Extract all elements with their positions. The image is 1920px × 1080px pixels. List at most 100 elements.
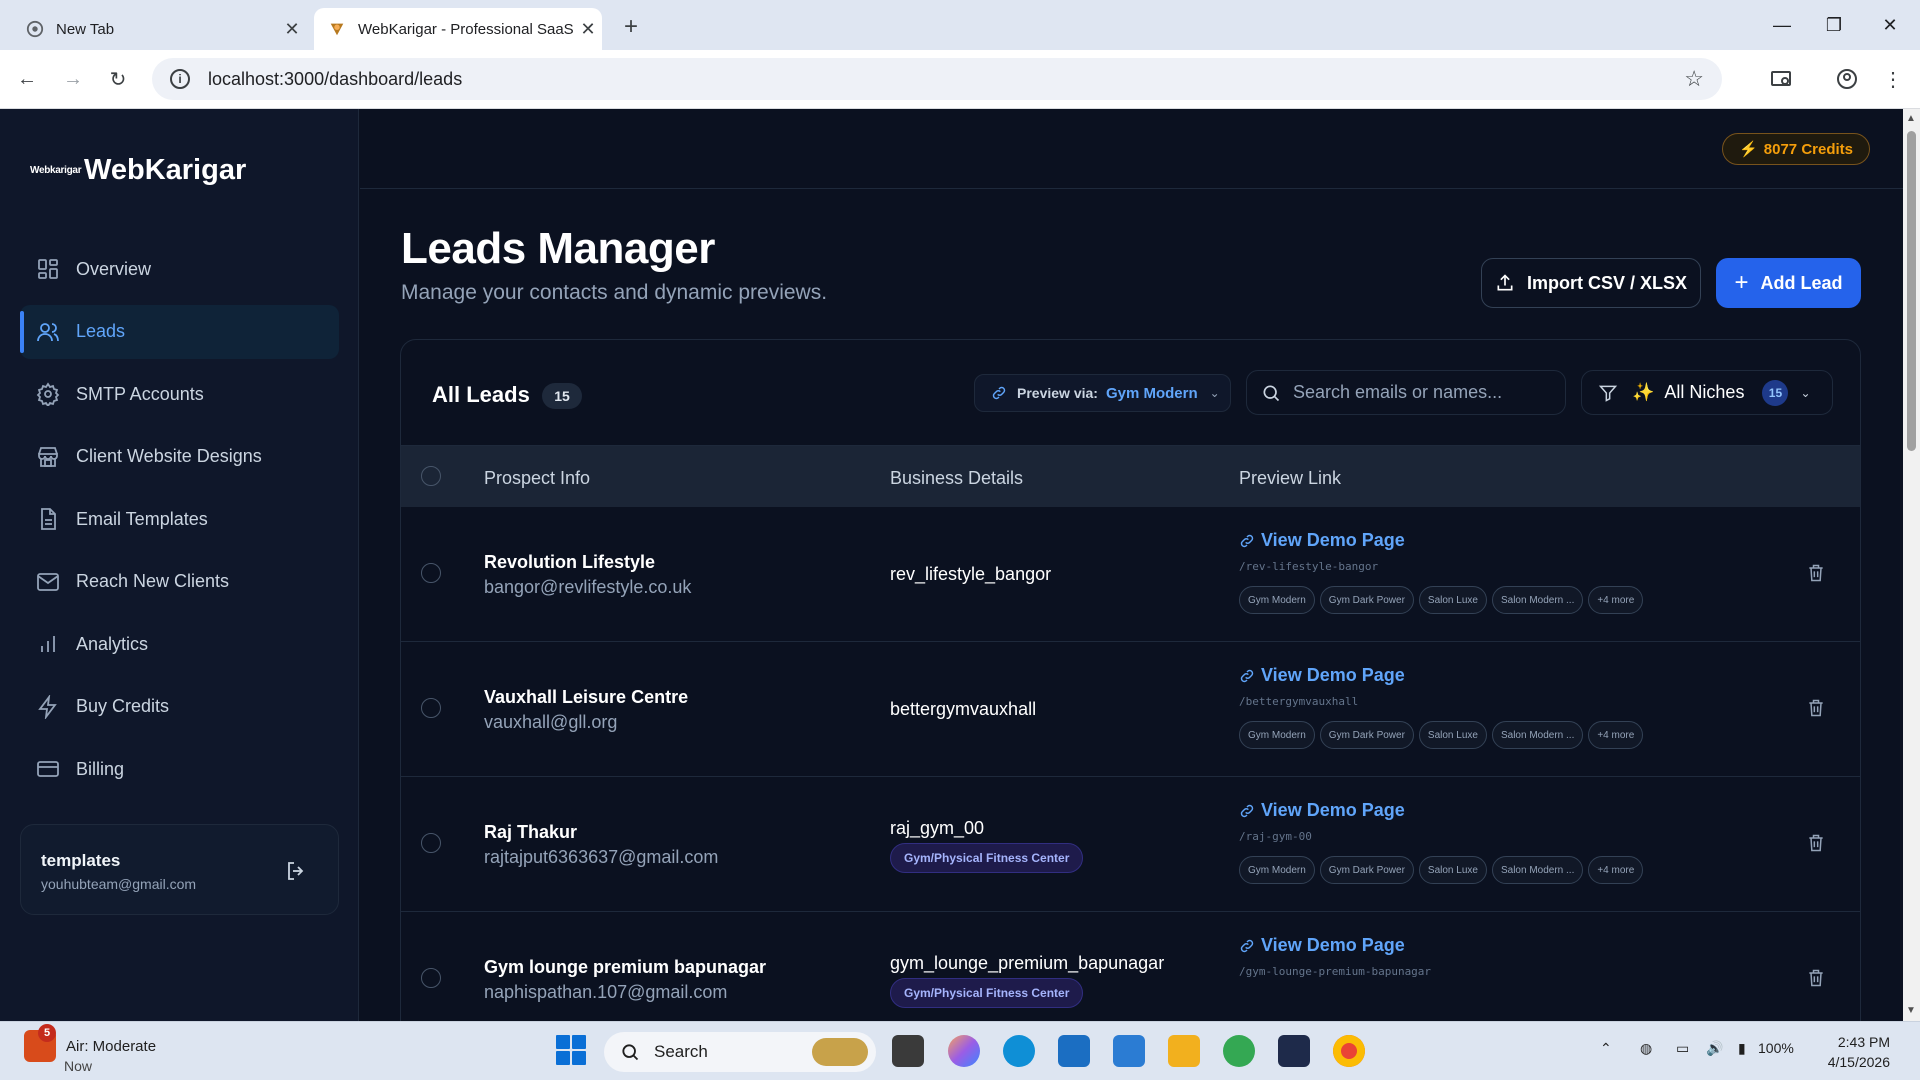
outlook-icon[interactable] xyxy=(1113,1035,1145,1067)
template-chip[interactable]: Gym Modern xyxy=(1239,856,1315,884)
address-bar[interactable]: i localhost:3000/dashboard/leads ☆ xyxy=(152,58,1722,100)
credits-badge[interactable]: ⚡ 8077 Credits xyxy=(1722,133,1870,165)
tab-title: WebKarigar - Professional SaaS xyxy=(358,20,574,38)
template-chip[interactable]: Salon Modern ... xyxy=(1491,586,1584,614)
new-tab-button[interactable]: + xyxy=(616,12,646,42)
close-tab-icon[interactable]: ✕ xyxy=(574,19,602,40)
preview-slug: /bettergymvauxhall xyxy=(1239,695,1359,708)
bookmark-star-icon[interactable]: ☆ xyxy=(1684,66,1704,92)
template-chip[interactable]: Salon Modern ... xyxy=(1491,721,1584,749)
sidebar-item-label: Buy Credits xyxy=(76,696,170,716)
template-chip[interactable]: Salon Modern ... xyxy=(1491,856,1584,884)
logout-icon[interactable] xyxy=(284,859,308,883)
chrome-profile-icon[interactable] xyxy=(1223,1035,1255,1067)
table-header: Prospect Info Business Details Preview L… xyxy=(401,445,1860,507)
sidebar-item-analytics[interactable]: Analytics xyxy=(20,617,339,671)
trash-icon[interactable] xyxy=(1806,563,1826,583)
template-chip[interactable]: Salon Luxe xyxy=(1418,586,1487,614)
profile-icon[interactable] xyxy=(1832,64,1862,94)
view-demo-link[interactable]: View Demo Page xyxy=(1239,530,1405,551)
sidebar-item-billing[interactable]: Billing xyxy=(20,742,339,796)
filter-icon xyxy=(1598,385,1618,402)
sidebar-item-smtp-accounts[interactable]: SMTP Accounts xyxy=(20,367,339,421)
forward-icon[interactable]: → xyxy=(58,64,88,94)
copilot-icon[interactable] xyxy=(948,1035,980,1067)
trash-icon[interactable] xyxy=(1806,833,1826,853)
scrollbar-thumb[interactable] xyxy=(1907,131,1916,451)
system-clock[interactable]: 2:43 PM 4/15/2026 xyxy=(1828,1032,1890,1072)
trash-icon[interactable] xyxy=(1806,698,1826,718)
battery-percent: 100% xyxy=(1758,1040,1794,1056)
weather-widget[interactable]: 5 Air: Moderate Now xyxy=(24,1024,156,1074)
network-icon[interactable]: ◍ xyxy=(1640,1040,1652,1057)
reload-icon[interactable]: ↻ xyxy=(103,64,133,94)
more-templates-chip[interactable]: +4 more xyxy=(1588,856,1644,884)
windows-start-icon[interactable] xyxy=(556,1035,586,1065)
row-select-checkbox[interactable] xyxy=(421,833,441,853)
sidebar-item-client-website-designs[interactable]: Client Website Designs xyxy=(20,430,339,484)
sidebar-item-label: Reach New Clients xyxy=(76,571,230,591)
page-scrollbar[interactable]: ▲ ▼ xyxy=(1903,109,1920,1021)
row-select-checkbox[interactable] xyxy=(421,968,441,988)
chrome-icon[interactable] xyxy=(1333,1035,1365,1067)
template-chip[interactable]: Salon Luxe xyxy=(1418,856,1487,884)
taskbar-search-label: Search xyxy=(654,1042,708,1061)
more-templates-chip[interactable]: +4 more xyxy=(1588,586,1644,614)
close-window-button[interactable]: ✕ xyxy=(1868,10,1912,40)
row-select-checkbox[interactable] xyxy=(421,563,441,583)
display-icon[interactable]: ▭ xyxy=(1676,1040,1689,1057)
trash-icon[interactable] xyxy=(1806,968,1826,988)
template-chip[interactable]: Gym Dark Power xyxy=(1319,586,1414,614)
view-demo-link[interactable]: View Demo Page xyxy=(1239,800,1405,821)
row-select-checkbox[interactable] xyxy=(421,698,441,718)
view-demo-label: View Demo Page xyxy=(1261,935,1405,955)
brand[interactable]: Webkarigar WebKarigar xyxy=(30,154,246,187)
tab-new-tab[interactable]: New Tab ✕ xyxy=(12,8,306,50)
template-chip[interactable]: Gym Dark Power xyxy=(1319,721,1414,749)
more-templates-chip[interactable]: +4 more xyxy=(1588,721,1644,749)
sidebar-item-leads[interactable]: Leads xyxy=(20,304,339,359)
preview-template-select[interactable]: Preview via: Gym Modern ⌄ xyxy=(974,374,1231,412)
volume-icon[interactable]: 🔊 xyxy=(1706,1040,1723,1057)
upload-icon xyxy=(1497,274,1513,291)
site-info-icon[interactable]: i xyxy=(170,69,190,89)
app-icon[interactable] xyxy=(1278,1035,1310,1067)
file-explorer-icon[interactable] xyxy=(1168,1035,1200,1067)
back-icon[interactable]: ← xyxy=(12,64,42,94)
template-chip[interactable]: Gym Modern xyxy=(1239,721,1315,749)
scroll-up-arrow-icon[interactable]: ▲ xyxy=(1906,113,1916,124)
niche-filter[interactable]: ✨ All Niches 15 ⌄ xyxy=(1581,370,1833,415)
battery-icon[interactable]: ▮ xyxy=(1738,1040,1746,1057)
sidebar-item-label: Analytics xyxy=(76,633,149,654)
sidebar-item-email-templates[interactable]: Email Templates xyxy=(20,492,339,546)
template-chip[interactable]: Gym Dark Power xyxy=(1319,856,1414,884)
column-header: Preview Link xyxy=(1239,468,1342,488)
view-demo-link[interactable]: View Demo Page xyxy=(1239,665,1405,686)
close-tab-icon[interactable]: ✕ xyxy=(278,19,306,40)
tab-webkarigar[interactable]: WebKarigar - Professional SaaS ✕ xyxy=(314,8,602,50)
add-lead-button[interactable]: + Add Lead xyxy=(1716,258,1861,308)
search-icon xyxy=(1263,385,1280,401)
search-input[interactable] xyxy=(1293,382,1543,403)
sidebar-item-buy-credits[interactable]: Buy Credits xyxy=(20,680,339,734)
niche-tag: Gym/Physical Fitness Center xyxy=(890,843,1084,873)
import-label: Import CSV / XLSX xyxy=(1526,272,1688,293)
template-chip[interactable]: Salon Luxe xyxy=(1418,721,1487,749)
cast-icon[interactable] xyxy=(1766,64,1796,94)
sidebar-item-overview[interactable]: Overview xyxy=(20,242,339,296)
menu-kebab-icon[interactable]: ⋮ xyxy=(1878,64,1908,94)
edge-icon[interactable] xyxy=(1003,1035,1035,1067)
template-chip[interactable]: Gym Modern xyxy=(1239,586,1315,614)
sidebar-item-reach-new-clients[interactable]: Reach New Clients xyxy=(20,555,339,609)
show-hidden-icons-icon[interactable]: ⌃ xyxy=(1600,1040,1612,1057)
select-all-checkbox[interactable] xyxy=(421,466,441,486)
minimize-button[interactable]: — xyxy=(1760,10,1804,40)
scroll-down-arrow-icon[interactable]: ▼ xyxy=(1906,1005,1916,1016)
search-box[interactable] xyxy=(1246,370,1566,415)
store-icon[interactable] xyxy=(1058,1035,1090,1067)
restore-button[interactable]: ❐ xyxy=(1812,10,1856,40)
task-view-icon[interactable] xyxy=(892,1035,924,1067)
import-csv-button[interactable]: Import CSV / XLSX xyxy=(1481,258,1701,308)
taskbar-search[interactable]: Search xyxy=(604,1032,876,1072)
view-demo-link[interactable]: View Demo Page xyxy=(1239,935,1405,956)
